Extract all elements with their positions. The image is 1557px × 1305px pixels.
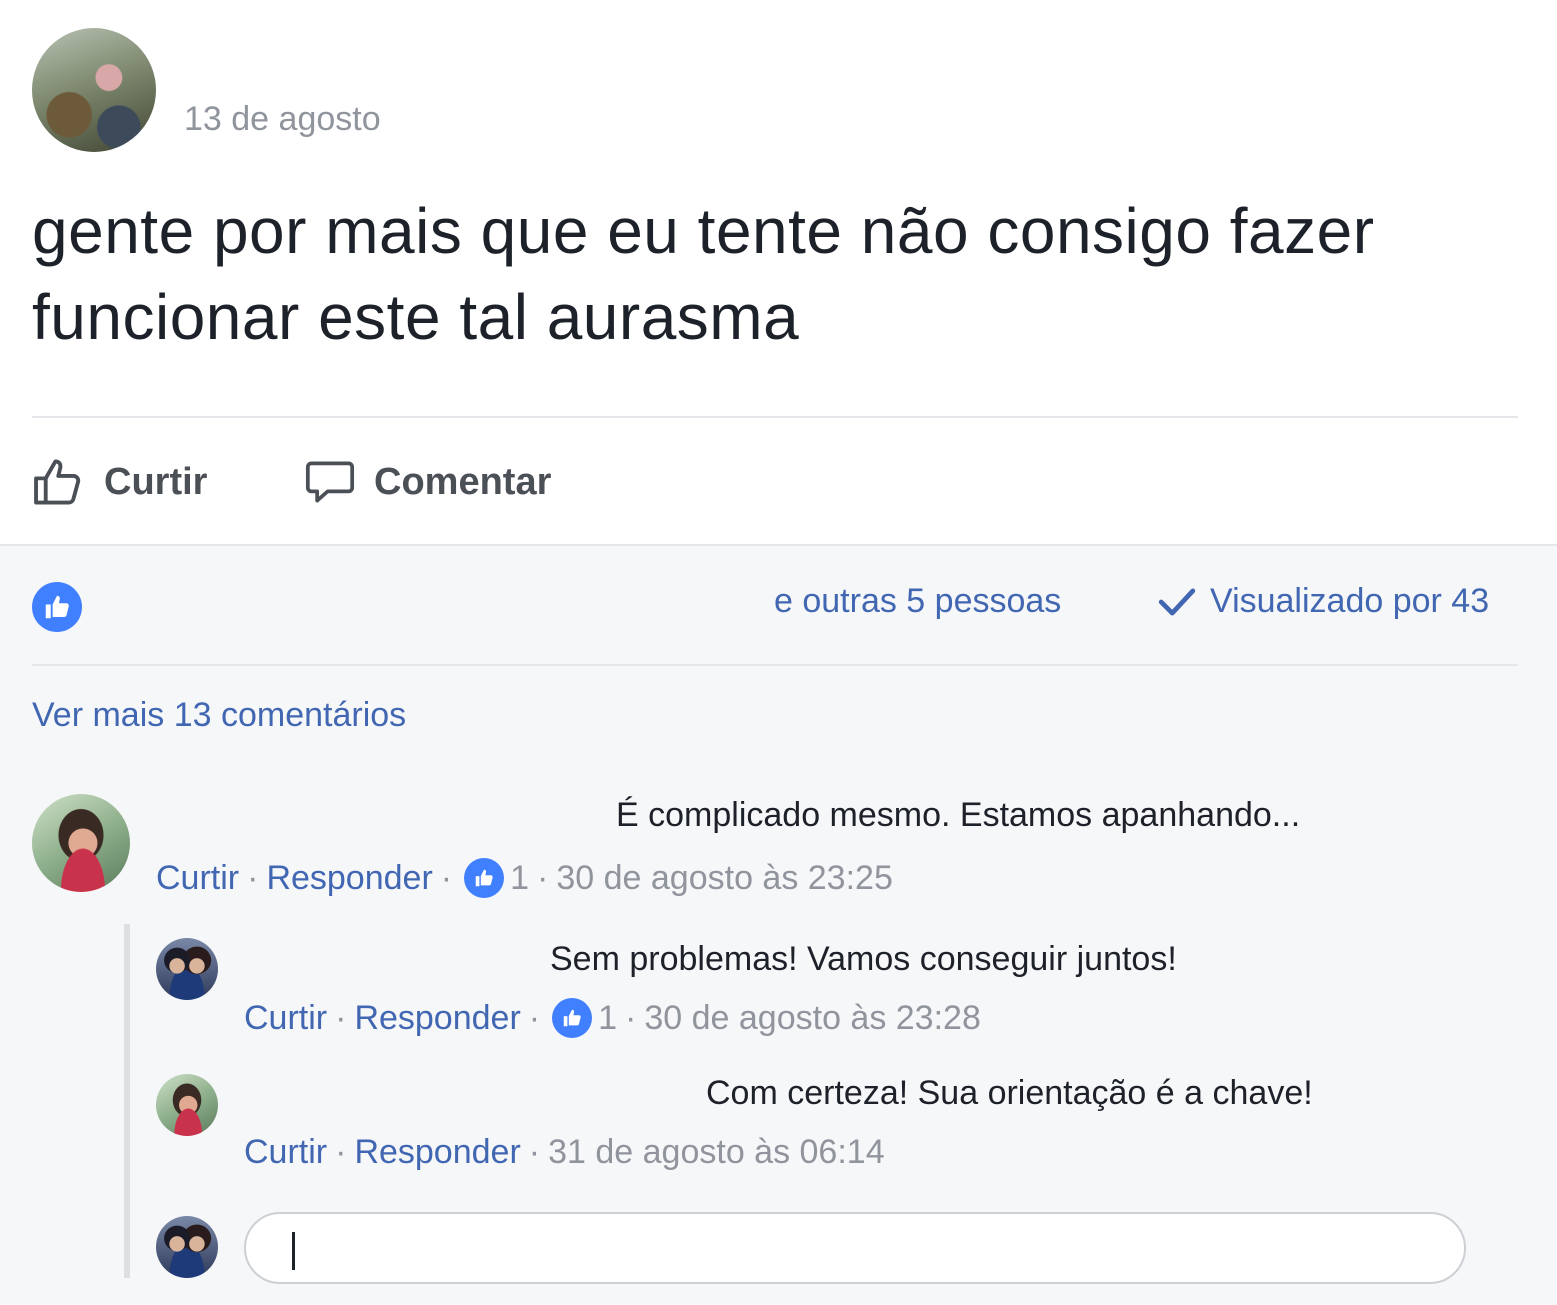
- seen-by-label: Visualizado por 43: [1210, 582, 1490, 620]
- text-cursor: [292, 1232, 295, 1270]
- reply-like-link[interactable]: Curtir: [244, 1133, 327, 1172]
- post-body: gente por mais que eu tente não consigo …: [32, 195, 1375, 353]
- like-reaction-icon[interactable]: [32, 582, 82, 632]
- reply-reply-link[interactable]: Responder: [354, 999, 520, 1038]
- reply-text: Com certeza! Sua orientação é a chave!: [706, 1074, 1313, 1112]
- like-reaction-icon[interactable]: [552, 998, 593, 1038]
- current-user-avatar: [156, 1216, 218, 1278]
- commenter-avatar[interactable]: [32, 794, 130, 892]
- divider: [32, 664, 1518, 666]
- comment-like-count[interactable]: 1: [510, 859, 529, 898]
- like-reaction-icon[interactable]: [464, 858, 505, 898]
- thumbs-up-icon: [34, 459, 81, 505]
- reply-like-link[interactable]: Curtir: [244, 999, 327, 1038]
- reply-reply-link[interactable]: Responder: [354, 1133, 520, 1172]
- comments-section: [0, 544, 1557, 1305]
- view-more-comments-link[interactable]: Ver mais 13 comentários: [32, 696, 406, 735]
- comment-meta: Curtir · Responder · 1 · 30 de agosto às…: [156, 858, 893, 898]
- author-avatar[interactable]: [32, 28, 156, 152]
- reply-timestamp[interactable]: 31 de agosto às 06:14: [548, 1133, 885, 1172]
- reply-input[interactable]: [244, 1212, 1466, 1284]
- comment-reply-link[interactable]: Responder: [266, 859, 432, 898]
- comment-label: Comentar: [374, 460, 552, 503]
- reply-like-count[interactable]: 1: [598, 999, 617, 1038]
- comment-button[interactable]: Comentar: [302, 452, 551, 512]
- reply-meta: Curtir · Responder · 31 de agosto às 06:…: [244, 1132, 885, 1172]
- divider: [32, 416, 1518, 418]
- post-timestamp[interactable]: 13 de agosto: [184, 100, 381, 139]
- like-button[interactable]: Curtir: [30, 452, 207, 512]
- likers-link[interactable]: e outras 5 pessoas: [774, 582, 1061, 621]
- comment-timestamp[interactable]: 30 de agosto às 23:25: [556, 859, 893, 898]
- like-label: Curtir: [104, 460, 208, 503]
- checkmark-icon: [1158, 588, 1196, 615]
- reply-meta: Curtir · Responder · 1 · 30 de agosto às…: [244, 998, 981, 1038]
- seen-by[interactable]: Visualizado por 43: [1158, 582, 1489, 621]
- reply-thread-line: [124, 924, 130, 1278]
- speech-bubble-icon: [305, 461, 355, 503]
- reply-timestamp[interactable]: 30 de agosto às 23:28: [644, 999, 981, 1038]
- reply-text: Sem problemas! Vamos conseguir juntos!: [550, 940, 1177, 978]
- replier-avatar[interactable]: [156, 938, 218, 1000]
- replier-avatar[interactable]: [156, 1074, 218, 1136]
- comment-like-link[interactable]: Curtir: [156, 859, 239, 898]
- comment-text: É complicado mesmo. Estamos apanhando...: [616, 796, 1301, 834]
